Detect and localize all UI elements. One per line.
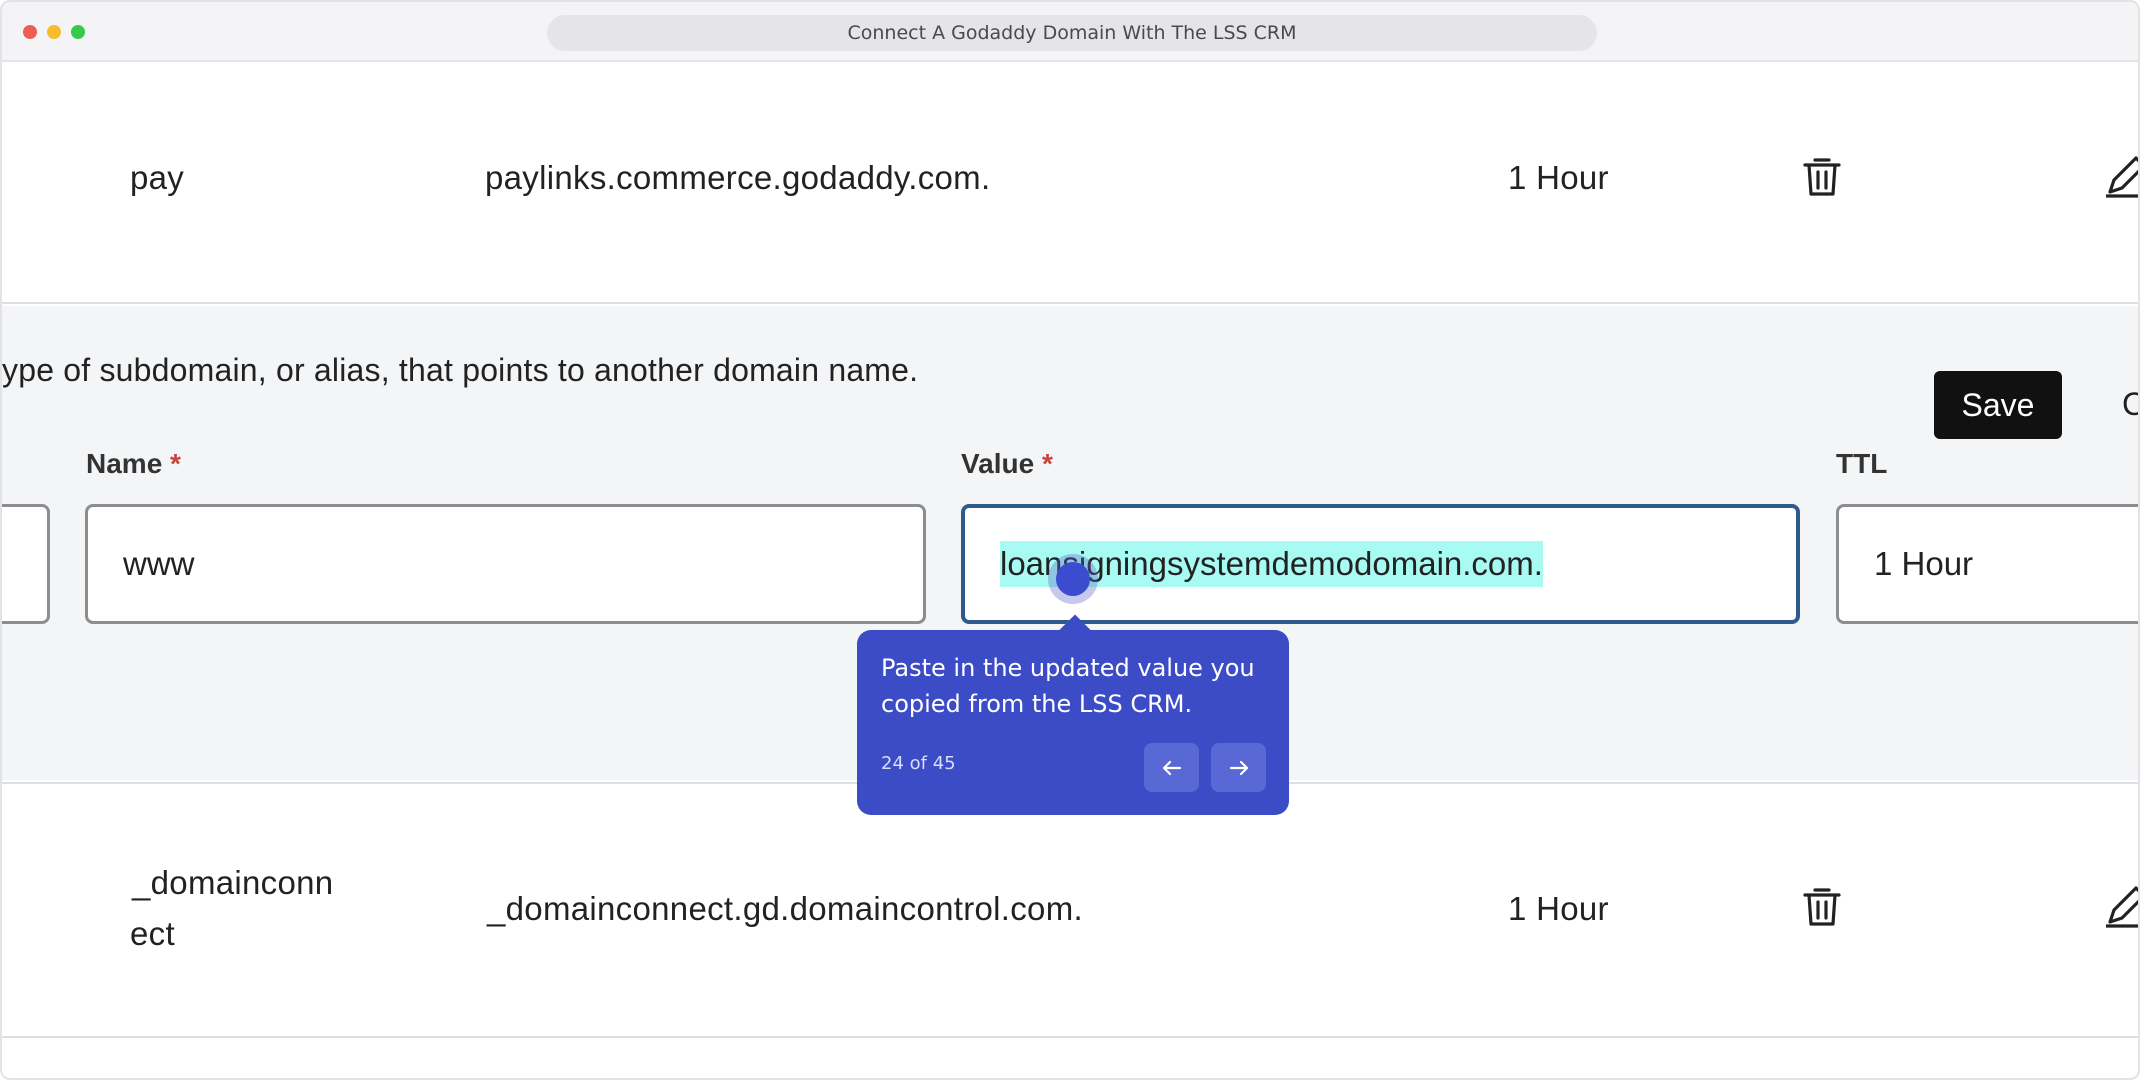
- name-label: Name *: [86, 448, 181, 479]
- record-name-line2: ect: [130, 915, 175, 952]
- previous-step-button[interactable]: [1144, 743, 1199, 792]
- app-window: Connect A Godaddy Domain With The LSS CR…: [0, 0, 2140, 1080]
- minimize-window-button[interactable]: [47, 25, 61, 39]
- maximize-window-button[interactable]: [71, 25, 85, 39]
- edit-icon[interactable]: [2102, 882, 2140, 930]
- record-ttl: 1 Hour: [1508, 159, 1609, 196]
- walkthrough-tooltip: Paste in the updated value you copied fr…: [857, 630, 1289, 815]
- edit-icon[interactable]: [2102, 152, 2140, 200]
- dns-record-row: pay paylinks.commerce.godaddy.com. 1 Hou…: [2, 64, 2140, 304]
- type-select[interactable]: [2, 504, 50, 624]
- window-title: Connect A Godaddy Domain With The LSS CR…: [547, 15, 1597, 51]
- ttl-label: TTL: [1836, 448, 1888, 479]
- value-label: Value *: [961, 448, 1053, 479]
- ttl-select-text: 1 Hour: [1874, 545, 1974, 582]
- record-name: pay: [130, 159, 185, 196]
- tooltip-step-counter: 24 of 45: [881, 753, 956, 774]
- arrow-left-icon: [1162, 760, 1181, 775]
- next-step-button[interactable]: [1211, 743, 1266, 792]
- trash-icon[interactable]: [1798, 152, 1846, 200]
- name-input-text: www: [123, 545, 195, 582]
- title-bar: Connect A Godaddy Domain With The LSS CR…: [2, 2, 2138, 62]
- arrow-right-icon: [1229, 760, 1248, 775]
- close-window-button[interactable]: [23, 25, 37, 39]
- tooltip-text: Paste in the updated value you copied fr…: [881, 654, 1255, 718]
- value-input[interactable]: loansigningsystemdemodomain.com.: [961, 504, 1800, 624]
- record-ttl: 1 Hour: [1508, 890, 1609, 927]
- record-name-line1: _domainconn: [132, 864, 334, 901]
- record-type-description: ype of subdomain, or alias, that points …: [2, 352, 919, 388]
- ttl-select[interactable]: 1 Hour: [1836, 504, 2138, 624]
- save-button[interactable]: Save: [1934, 371, 2062, 439]
- trash-icon[interactable]: [1798, 882, 1846, 930]
- record-value: paylinks.commerce.godaddy.com.: [485, 159, 991, 196]
- record-value: _domainconnect.gd.domaincontrol.com.: [487, 890, 1083, 927]
- click-indicator: [1056, 562, 1090, 596]
- dns-record-row: _domainconn ect _domainconnect.gd.domain…: [2, 782, 2140, 1038]
- cancel-button[interactable]: C: [2122, 386, 2138, 423]
- name-input[interactable]: www: [85, 504, 926, 624]
